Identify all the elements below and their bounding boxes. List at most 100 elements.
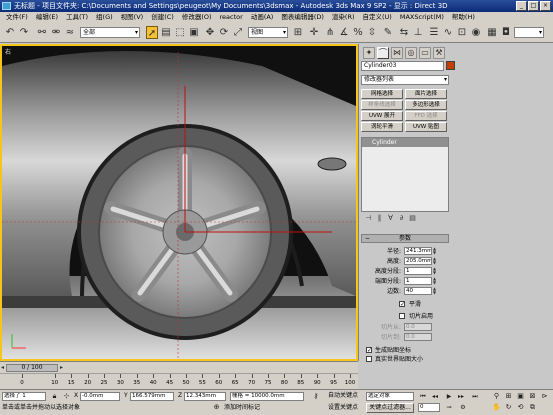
object-name-field[interactable]: Cylinder03 [361,61,444,71]
motion-tab-icon[interactable]: ◎ [405,47,417,59]
make-unique-icon[interactable]: ∀ [386,214,395,223]
menu-reactor[interactable]: reactor [216,12,247,23]
menu-maxscript[interactable]: MAXScript(M) [396,12,448,23]
cap-segments-input[interactable]: 1 [404,277,432,285]
height-input[interactable]: 205.0mm [404,257,432,265]
angle-snap-icon[interactable]: ∡ [338,26,350,39]
modify-tab-icon[interactable]: ⌒ [377,47,389,59]
prev-frame-icon[interactable]: ◂ [1,364,4,371]
poly-select-button[interactable]: 多边形选择 [405,100,447,110]
spline-select-button[interactable]: 样条线选择 [361,100,403,110]
mesh-select-button[interactable]: 网格选择 [361,89,403,99]
time-slider[interactable]: 0 / 100 [6,364,58,372]
menu-group[interactable]: 组(G) [92,12,117,23]
redo-icon[interactable]: ↷ [18,26,30,39]
height-spinner[interactable]: ▲ ▼ [433,257,438,265]
pan-icon[interactable]: ✋ [492,403,501,412]
slice-to-input[interactable]: 0.0 [404,333,432,341]
menu-edit[interactable]: 编辑(E) [32,12,62,23]
absolute-mode-icon[interactable]: ⊹ [62,392,71,401]
x-coordinate-field[interactable]: -0.0mm [80,392,120,401]
fov-icon[interactable]: ⊳ [540,392,549,401]
stack-item-cylinder[interactable]: Cylinder [362,138,448,147]
show-end-result-icon[interactable]: ∥ [375,214,384,223]
z-coordinate-field[interactable]: 12.343mm [184,392,226,401]
time-tag-icon[interactable]: ⊕ [212,403,221,412]
current-frame-field[interactable]: 0 [418,403,440,412]
menu-file[interactable]: 文件(F) [2,12,32,23]
percent-snap-icon[interactable]: % [352,26,364,39]
modifier-list-dropdown[interactable]: 修改器列表 [361,75,449,85]
zoom-icon[interactable]: ⚲ [492,392,501,401]
key-mode-icon[interactable]: ⚷ [308,392,324,401]
spinner-snap-icon[interactable]: ⇳ [366,26,378,39]
cap-segments-spinner[interactable]: ▲ ▼ [433,277,438,285]
arc-rotate-icon[interactable]: ⟲ [516,403,525,412]
ffd-select-button[interactable]: FFD 选择 [405,111,447,121]
curve-editor-icon[interactable]: ∿ [442,26,454,39]
menu-create[interactable]: 创建(C) [147,12,178,23]
uvw-map-button[interactable]: UVW 贴图 [405,122,447,132]
reference-coordinate-dropdown[interactable]: 视图 [248,27,288,38]
menu-views[interactable]: 视图(V) [117,12,148,23]
patch-select-button[interactable]: 面片选择 [405,89,447,99]
viewport-label[interactable]: 右 [5,47,11,56]
display-tab-icon[interactable]: ▭ [419,47,431,59]
modifier-stack[interactable]: Cylinder [361,137,449,212]
object-color-swatch[interactable] [446,61,455,70]
next-key-icon[interactable]: ▸▸ [456,392,466,401]
viewport-right[interactable]: 右 [0,44,358,361]
radius-spinner[interactable]: ▲ ▼ [433,247,438,255]
parameters-rollout-header[interactable]: − 参数 [361,234,449,243]
radius-input[interactable]: 241.3mm [404,247,432,255]
mirror-icon[interactable]: ⇆ [398,26,410,39]
menu-tools[interactable]: 工具(T) [62,12,92,23]
select-by-name-icon[interactable]: ▤ [160,26,172,39]
smooth-checkbox[interactable]: ✓ [399,301,405,308]
goto-start-icon[interactable]: ⏮ [418,392,428,401]
slice-from-input[interactable]: 0.0 [404,323,432,331]
align-icon[interactable]: ⊥ [412,26,424,39]
unlink-icon[interactable]: ⚮ [50,26,62,39]
zoom-all-icon[interactable]: ⊞ [504,392,513,401]
minimize-button[interactable]: _ [516,1,527,11]
pivot-center-icon[interactable]: ⊞ [292,26,304,39]
menu-animation[interactable]: 动画(A) [247,12,278,23]
select-and-move-icon[interactable]: ✥ [204,26,216,39]
sides-spinner[interactable]: ▲ ▼ [433,287,438,295]
slice-on-checkbox[interactable] [399,313,405,319]
menu-graph-editors[interactable]: 图表编辑器(D) [277,12,328,23]
select-and-rotate-icon[interactable]: ⟳ [218,26,230,39]
turbosmooth-button[interactable]: 涡轮平滑 [361,122,403,132]
height-segments-input[interactable]: 1 [404,267,432,275]
real-world-checkbox[interactable] [366,356,372,362]
material-editor-icon[interactable]: ◉ [470,26,482,39]
maximize-viewport-icon[interactable]: ⧉ [528,403,537,412]
add-time-tag[interactable]: 添加时间标记 [224,403,260,412]
y-coordinate-field[interactable]: 166.579mm [130,392,174,401]
goto-end-icon[interactable]: ⏭ [470,392,480,401]
remove-modifier-icon[interactable]: ∂ [397,214,406,223]
selection-filter-dropdown[interactable]: 全部 [80,27,140,38]
orbit-icon[interactable]: ↻ [504,403,513,412]
zoom-extents-icon[interactable]: ▣ [516,392,525,401]
utilities-tab-icon[interactable]: ⚒ [433,47,445,59]
select-and-manipulate-icon[interactable]: ✛ [308,26,320,39]
select-and-scale-icon[interactable]: ⤢ [232,26,244,39]
select-and-link-icon[interactable]: ⚯ [36,26,48,39]
zoom-extents-all-icon[interactable]: ⊠ [528,392,537,401]
sides-input[interactable]: 40 [404,287,432,295]
time-config-icon[interactable]: ⚙ [458,403,468,412]
snaps-toggle-icon[interactable]: ⋔ [324,26,336,39]
key-filter-select[interactable]: 选定对象 [366,392,414,401]
window-crossing-icon[interactable]: ▣ [188,26,200,39]
render-type-dropdown[interactable] [514,27,544,38]
gen-mapping-checkbox[interactable]: ✓ [366,347,372,354]
bind-space-warp-icon[interactable]: ≈ [64,26,76,39]
key-filters-button[interactable]: 关键点过滤器... [366,403,414,413]
key-mode-toggle-icon[interactable]: ⊸ [444,403,454,412]
render-frame-icon[interactable]: ◘ [500,26,512,39]
rectangle-selection-icon[interactable]: ⬚ [174,26,186,39]
undo-icon[interactable]: ↶ [4,26,16,39]
schematic-view-icon[interactable]: ⊡ [456,26,468,39]
